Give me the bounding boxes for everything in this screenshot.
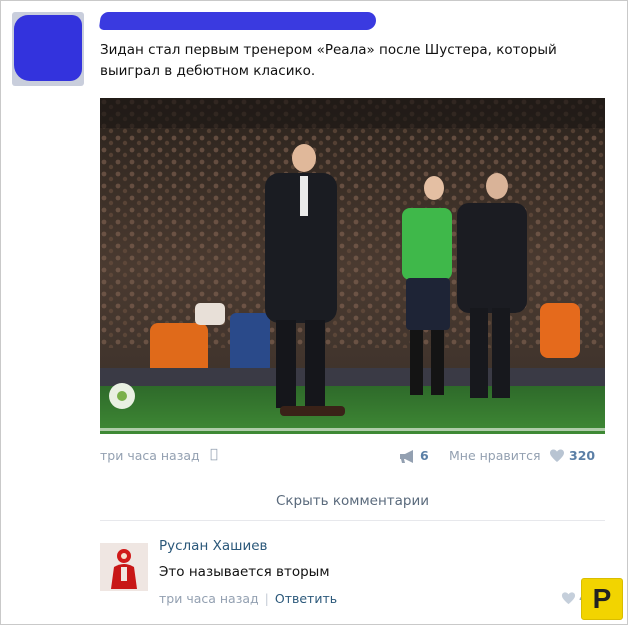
hide-comments-button[interactable]: Скрыть комментарии <box>100 482 605 521</box>
post-photo[interactable] <box>100 98 605 434</box>
avatar-figure-illustration <box>100 543 148 591</box>
post-text-line: выиграл в дебютном класико. <box>100 63 316 79</box>
post-text-line: Зидан стал первым тренером «Реала» после… <box>100 42 557 58</box>
author-name-redacted[interactable] <box>98 12 378 30</box>
share-count[interactable]: 6 <box>420 448 429 463</box>
comment-avatar[interactable] <box>100 543 148 591</box>
post-footer: три часа назад  6 Мне нравится 320 <box>100 447 605 466</box>
reply-button[interactable]: Ответить <box>275 591 337 606</box>
comment-text: Это называется вторым <box>159 564 330 580</box>
comment-time-link[interactable]: три часа назад <box>159 591 259 606</box>
comment-footer: три часа назад | Ответить <box>159 591 337 606</box>
post-text: Зидан стал первым тренером «Реала» после… <box>100 40 600 82</box>
comment-author-link[interactable]: Руслан Хашиев <box>159 538 267 554</box>
like-count[interactable]: 320 <box>569 448 595 463</box>
like-button-label[interactable]: Мне нравится <box>449 448 541 463</box>
heart-icon[interactable] <box>549 448 565 464</box>
stadium-photo-illustration <box>100 98 605 434</box>
redaction-overlay <box>14 15 82 81</box>
megaphone-icon[interactable] <box>399 450 417 463</box>
post-time-link[interactable]: три часа назад <box>100 448 200 463</box>
separator: | <box>264 591 269 606</box>
watermark-logo: P <box>581 578 623 620</box>
author-avatar[interactable] <box>12 12 84 86</box>
heart-icon[interactable] <box>561 591 576 606</box>
apple-icon:  <box>210 447 218 462</box>
